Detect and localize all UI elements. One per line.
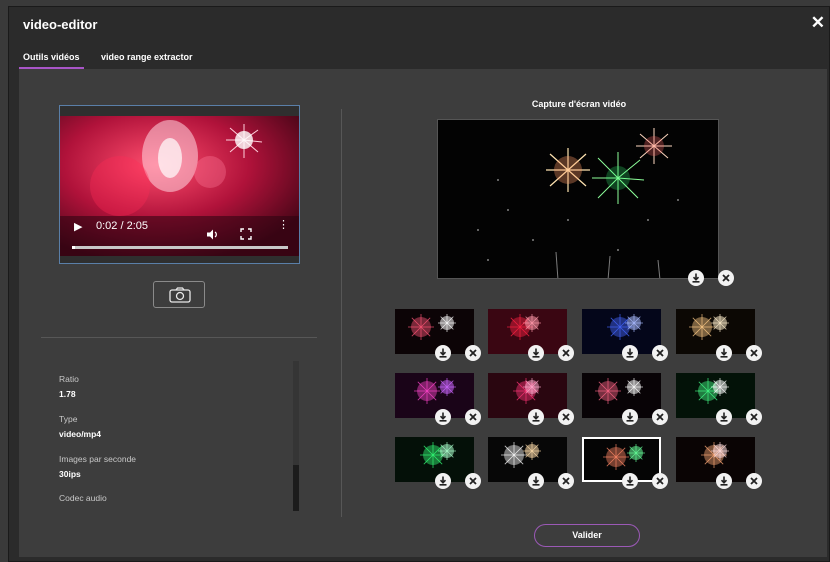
- video-time: 0:02 / 2:05: [96, 220, 148, 232]
- tab-outils-videos[interactable]: Outils vidéos: [19, 49, 84, 69]
- more-options-icon[interactable]: ⋮: [278, 218, 289, 231]
- download-thumbnail-button[interactable]: [622, 345, 638, 361]
- download-thumbnail-button[interactable]: [622, 473, 638, 489]
- download-thumbnail-button[interactable]: [435, 345, 451, 361]
- tab-video-range-extractor[interactable]: video range extractor: [97, 49, 197, 69]
- delete-thumbnail-button[interactable]: [465, 473, 481, 489]
- delete-thumbnail-button[interactable]: [465, 409, 481, 425]
- download-icon: [626, 476, 634, 486]
- delete-thumbnail-button[interactable]: [558, 409, 574, 425]
- download-thumbnail-button[interactable]: [716, 409, 732, 425]
- download-thumbnail-button[interactable]: [716, 345, 732, 361]
- close-circle-icon: [750, 477, 758, 485]
- section-divider: [41, 337, 317, 338]
- video-editor-dialog: video-editor ✕ Outils vidéos video range…: [8, 6, 830, 562]
- ratio-value: 1.78: [59, 389, 76, 399]
- close-circle-icon: [562, 477, 570, 485]
- close-icon[interactable]: ✕: [811, 13, 825, 33]
- delete-thumbnail-button[interactable]: [652, 345, 668, 361]
- close-circle-icon: [562, 349, 570, 357]
- download-thumbnail-button[interactable]: [528, 473, 544, 489]
- close-circle-icon: [562, 413, 570, 421]
- close-circle-icon: [469, 413, 477, 421]
- download-thumbnail-button[interactable]: [435, 409, 451, 425]
- delete-thumbnail-button[interactable]: [558, 473, 574, 489]
- delete-thumbnail-button[interactable]: [652, 409, 668, 425]
- close-circle-icon: [656, 349, 664, 357]
- delete-thumbnail-button[interactable]: [465, 345, 481, 361]
- play-icon[interactable]: ▶: [74, 220, 82, 233]
- video-controls: ▶ 0:02 / 2:05 ⋮: [60, 212, 299, 258]
- capture-screenshot-button[interactable]: [153, 281, 205, 308]
- download-thumbnail-button[interactable]: [622, 409, 638, 425]
- delete-thumbnail-button[interactable]: [746, 409, 762, 425]
- download-thumbnail-button[interactable]: [528, 409, 544, 425]
- download-thumbnail-button[interactable]: [435, 473, 451, 489]
- delete-capture-button[interactable]: [718, 270, 734, 286]
- download-icon: [439, 476, 447, 486]
- download-thumbnail-button[interactable]: [528, 345, 544, 361]
- download-capture-button[interactable]: [688, 270, 704, 286]
- download-icon: [532, 348, 540, 358]
- download-icon: [692, 273, 700, 283]
- fps-value: 30ips: [59, 469, 81, 479]
- download-icon: [720, 412, 728, 422]
- close-circle-icon: [722, 274, 730, 282]
- title-bar: video-editor ✕: [9, 7, 829, 41]
- video-player[interactable]: ▶ 0:02 / 2:05 ⋮: [59, 105, 300, 264]
- download-icon: [532, 476, 540, 486]
- ratio-label: Ratio: [59, 374, 79, 384]
- close-circle-icon: [469, 477, 477, 485]
- download-icon: [720, 476, 728, 486]
- camera-icon: [169, 287, 191, 303]
- download-icon: [720, 348, 728, 358]
- column-divider: [341, 109, 342, 517]
- download-icon: [532, 412, 540, 422]
- video-progress-bar[interactable]: [72, 246, 288, 249]
- close-circle-icon: [656, 477, 664, 485]
- close-circle-icon: [750, 413, 758, 421]
- delete-thumbnail-button[interactable]: [746, 473, 762, 489]
- download-icon: [626, 412, 634, 422]
- audio-codec-label: Codec audio: [59, 493, 107, 503]
- capture-preview: [437, 119, 719, 279]
- type-label: Type: [59, 414, 78, 424]
- info-scrollbar-thumb[interactable]: [293, 465, 299, 511]
- delete-thumbnail-button[interactable]: [746, 345, 762, 361]
- capture-preview-image: [438, 120, 718, 278]
- close-circle-icon: [469, 349, 477, 357]
- delete-thumbnail-button[interactable]: [652, 473, 668, 489]
- editor-panel: ▶ 0:02 / 2:05 ⋮ Ratio 1.78 Type video/mp…: [19, 69, 827, 557]
- validate-button[interactable]: Valider: [534, 524, 640, 547]
- download-icon: [439, 348, 447, 358]
- capture-title: Capture d'écran vidéo: [531, 99, 627, 109]
- type-value: video/mp4: [59, 429, 102, 439]
- fps-label: Images par seconde: [59, 454, 137, 464]
- dialog-title: video-editor: [23, 17, 98, 32]
- close-circle-icon: [656, 413, 664, 421]
- video-progress-fill: [72, 246, 76, 249]
- close-circle-icon: [750, 349, 758, 357]
- download-icon: [626, 348, 634, 358]
- download-icon: [439, 412, 447, 422]
- delete-thumbnail-button[interactable]: [558, 345, 574, 361]
- download-thumbnail-button[interactable]: [716, 473, 732, 489]
